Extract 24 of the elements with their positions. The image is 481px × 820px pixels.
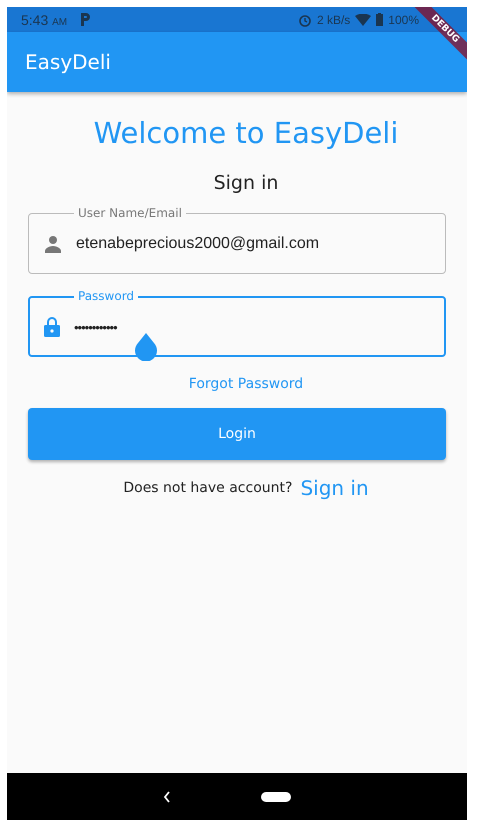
welcome-heading: Welcome to EasyDeli: [94, 116, 398, 150]
cursor-handle[interactable]: [134, 333, 158, 361]
sign-in-heading: Sign in: [214, 172, 278, 194]
lock-icon: [44, 317, 60, 337]
forgot-password-link[interactable]: Forgot Password: [188, 376, 304, 392]
input-field[interactable]: Password ••••••••••••: [28, 288, 446, 357]
wifi-icon: [355, 14, 372, 26]
signup-prompt: Does not have account?: [123, 480, 292, 496]
app-title: EasyDeli: [25, 50, 111, 74]
alarm-icon: [298, 12, 312, 26]
app-notification-icon: [80, 13, 90, 26]
battery-percent: 100%: [388, 12, 419, 26]
battery-icon: [376, 13, 384, 26]
field-value: ••••••••••••: [74, 320, 117, 334]
network-speed: 2 kB/s: [316, 12, 350, 26]
back-icon[interactable]: [163, 790, 171, 802]
login-button[interactable]: Login: [28, 408, 446, 460]
input-field[interactable]: User Name/Email etenabeprecious2000@gmail.com: [28, 205, 446, 274]
field-value: etenabeprecious2000@gmail.com: [76, 235, 320, 253]
home-pill[interactable]: [261, 792, 291, 802]
status-time: 5:43 AM: [21, 12, 68, 28]
person-icon: [44, 235, 62, 253]
sign-in-link[interactable]: Sign in: [300, 476, 369, 500]
field-label: User Name/Email: [74, 205, 186, 221]
